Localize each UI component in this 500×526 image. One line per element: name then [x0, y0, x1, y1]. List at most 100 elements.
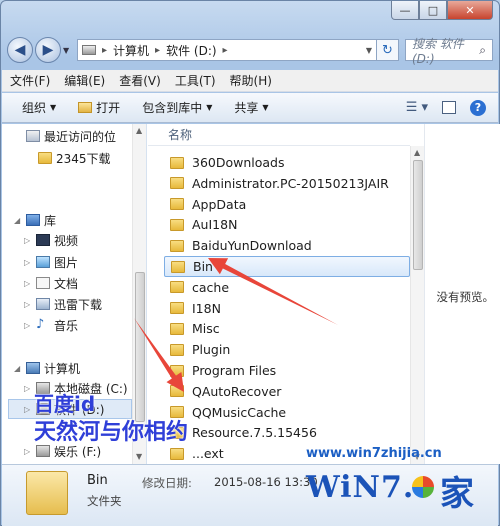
back-button[interactable]: ◀ — [7, 37, 33, 63]
column-header-label: 名称 — [168, 128, 193, 142]
expand-arrow-icon[interactable]: ▷ — [24, 300, 32, 309]
search-icon: ⌕ — [479, 42, 486, 57]
file-row[interactable]: cache — [164, 277, 410, 298]
open-label: 打开 — [96, 101, 121, 115]
share-label: 共享 — [234, 101, 259, 115]
file-row[interactable]: QQMusicCache — [164, 402, 410, 423]
maximize-button[interactable]: □ — [419, 1, 447, 20]
folder-icon — [170, 447, 184, 460]
file-row-label: ...ext — [192, 446, 224, 462]
nav-item-music[interactable]: ▷ ♪ 音乐 — [24, 315, 78, 335]
forward-button[interactable]: ▶ — [35, 37, 61, 63]
expand-arrow-icon[interactable]: ▷ — [24, 279, 32, 288]
file-row-label: QAutoRecover — [192, 383, 282, 399]
open-folder-icon — [78, 102, 93, 113]
file-row-label: QQMusicCache — [192, 404, 287, 420]
nav-item-xunlei[interactable]: ▷ 迅雷下载 — [24, 294, 102, 314]
address-bar[interactable]: ▸ 计算机 ▸ 软件 (D:) ▸ ▼ — [77, 39, 377, 61]
breadcrumb-drive-d[interactable]: 软件 (D:) — [166, 42, 216, 59]
nav-item-library[interactable]: ◢ 库 — [14, 210, 56, 230]
chevron-right-icon: ▸ — [102, 44, 108, 56]
expand-arrow-icon[interactable]: ◢ — [14, 216, 22, 225]
nav-item-videos[interactable]: ▷ 视频 — [24, 230, 78, 250]
file-row[interactable]: Resource.7.5.15456 — [164, 422, 410, 443]
scroll-down-icon[interactable]: ▼ — [136, 452, 142, 461]
nav-scrollbar[interactable]: ▲ ▼ — [132, 124, 146, 464]
file-row[interactable]: Misc — [164, 318, 410, 339]
file-row-label: Program Files — [192, 363, 277, 378]
expand-arrow-icon[interactable]: ▷ — [24, 384, 32, 393]
file-scrollbar[interactable]: ▲ ▼ — [410, 146, 424, 464]
document-library-icon — [36, 277, 50, 289]
view-options-icon[interactable]: ☰ ▾ — [406, 100, 428, 115]
open-button[interactable]: 打开 — [78, 99, 120, 116]
library-icon — [26, 214, 40, 226]
expand-arrow-icon[interactable]: ▷ — [24, 258, 32, 267]
file-list-pane: 名称 360Downloads Administrator.PC-20150213… — [148, 124, 424, 464]
file-row[interactable]: AppData — [164, 194, 410, 215]
expand-arrow-icon[interactable]: ▷ — [24, 405, 32, 414]
file-row-label: Misc — [192, 321, 220, 337]
nav-item-label: 文档 — [54, 276, 79, 291]
folder-icon — [170, 343, 184, 356]
nav-item-2345[interactable]: 2345下载 — [38, 148, 111, 168]
nav-item-computer[interactable]: ◢ 计算机 — [14, 358, 80, 378]
nav-item-label: 最近访问的位 — [44, 129, 117, 144]
column-header-name[interactable]: 名称 — [148, 124, 410, 146]
help-icon[interactable]: ? — [470, 99, 486, 116]
file-row[interactable]: Plugin — [164, 339, 410, 360]
search-input[interactable]: 搜索 软件 (D:) ⌕ — [405, 37, 493, 66]
menu-tools[interactable]: 工具(T) — [175, 72, 216, 89]
folder-icon — [170, 239, 184, 252]
breadcrumb-computer[interactable]: 计算机 — [113, 42, 149, 59]
expand-arrow-icon[interactable]: ▷ — [24, 236, 32, 245]
expand-arrow-icon[interactable]: ▷ — [24, 447, 32, 456]
scroll-up-icon[interactable]: ▲ — [414, 148, 420, 157]
nav-item-pictures[interactable]: ▷ 图片 — [24, 252, 78, 272]
folder-icon — [170, 385, 184, 398]
organize-button[interactable]: 组织 ▼ — [22, 99, 56, 116]
file-row[interactable]: Bin — [164, 256, 410, 277]
share-button[interactable]: 共享 ▼ — [234, 99, 268, 116]
close-button[interactable]: ✕ — [447, 1, 493, 20]
file-row[interactable]: Administrator.PC-20150213JAIR — [164, 173, 410, 194]
nav-item-label: 视频 — [54, 233, 79, 248]
folder-icon — [171, 260, 185, 273]
file-row[interactable]: 360Downloads — [164, 152, 410, 173]
refresh-icon: ↻ — [382, 42, 393, 58]
nav-item-documents[interactable]: ▷ 文档 — [24, 273, 78, 293]
address-row: ◀ ▶ ▼ ▸ 计算机 ▸ 软件 (D:) ▸ ▼ ↻ 搜索 软件 (D:) ⌕ — [7, 36, 493, 66]
menu-view[interactable]: 查看(V) — [119, 72, 161, 89]
chevron-down-icon: ▼ — [50, 103, 57, 112]
preview-pane-icon[interactable] — [442, 101, 456, 114]
preview-empty-text: 没有预览。 — [436, 290, 495, 304]
file-row[interactable]: AuI18N — [164, 214, 410, 235]
file-row-label: AuI18N — [192, 217, 238, 233]
menu-edit[interactable]: 编辑(E) — [64, 72, 105, 89]
file-row[interactable]: I18N — [164, 298, 410, 319]
menu-help[interactable]: 帮助(H) — [230, 72, 272, 89]
recent-places-icon — [26, 130, 40, 142]
chevron-down-icon[interactable]: ▼ — [366, 46, 372, 55]
watermark-url: www.win7zhijia.cn — [306, 446, 442, 461]
file-row[interactable]: BaiduYunDownload — [164, 235, 410, 256]
nav-scroll-thumb[interactable] — [135, 272, 145, 422]
minimize-button[interactable]: — — [391, 1, 419, 20]
include-library-button[interactable]: 包含到库中 ▼ — [142, 99, 212, 116]
menu-file[interactable]: 文件(F) — [10, 72, 50, 89]
recent-pages-dropdown[interactable]: ▼ — [63, 46, 73, 55]
file-row-label: Administrator.PC-20150213JAIR — [192, 175, 389, 191]
details-name: Bin — [87, 473, 108, 488]
folder-icon — [170, 281, 184, 294]
file-row[interactable]: QAutoRecover — [164, 381, 410, 402]
caption-buttons: — □ ✕ — [391, 1, 493, 20]
expand-arrow-icon[interactable]: ▷ — [24, 321, 32, 330]
refresh-button[interactable]: ↻ — [377, 39, 399, 61]
nav-item-recent[interactable]: 最近访问的位 — [26, 126, 116, 146]
file-row[interactable]: Program Files — [164, 360, 410, 381]
organize-label: 组织 — [22, 101, 47, 115]
expand-arrow-icon[interactable]: ◢ — [14, 364, 22, 373]
file-scroll-thumb[interactable] — [413, 160, 423, 270]
scroll-up-icon[interactable]: ▲ — [136, 126, 142, 135]
video-library-icon — [36, 234, 50, 246]
